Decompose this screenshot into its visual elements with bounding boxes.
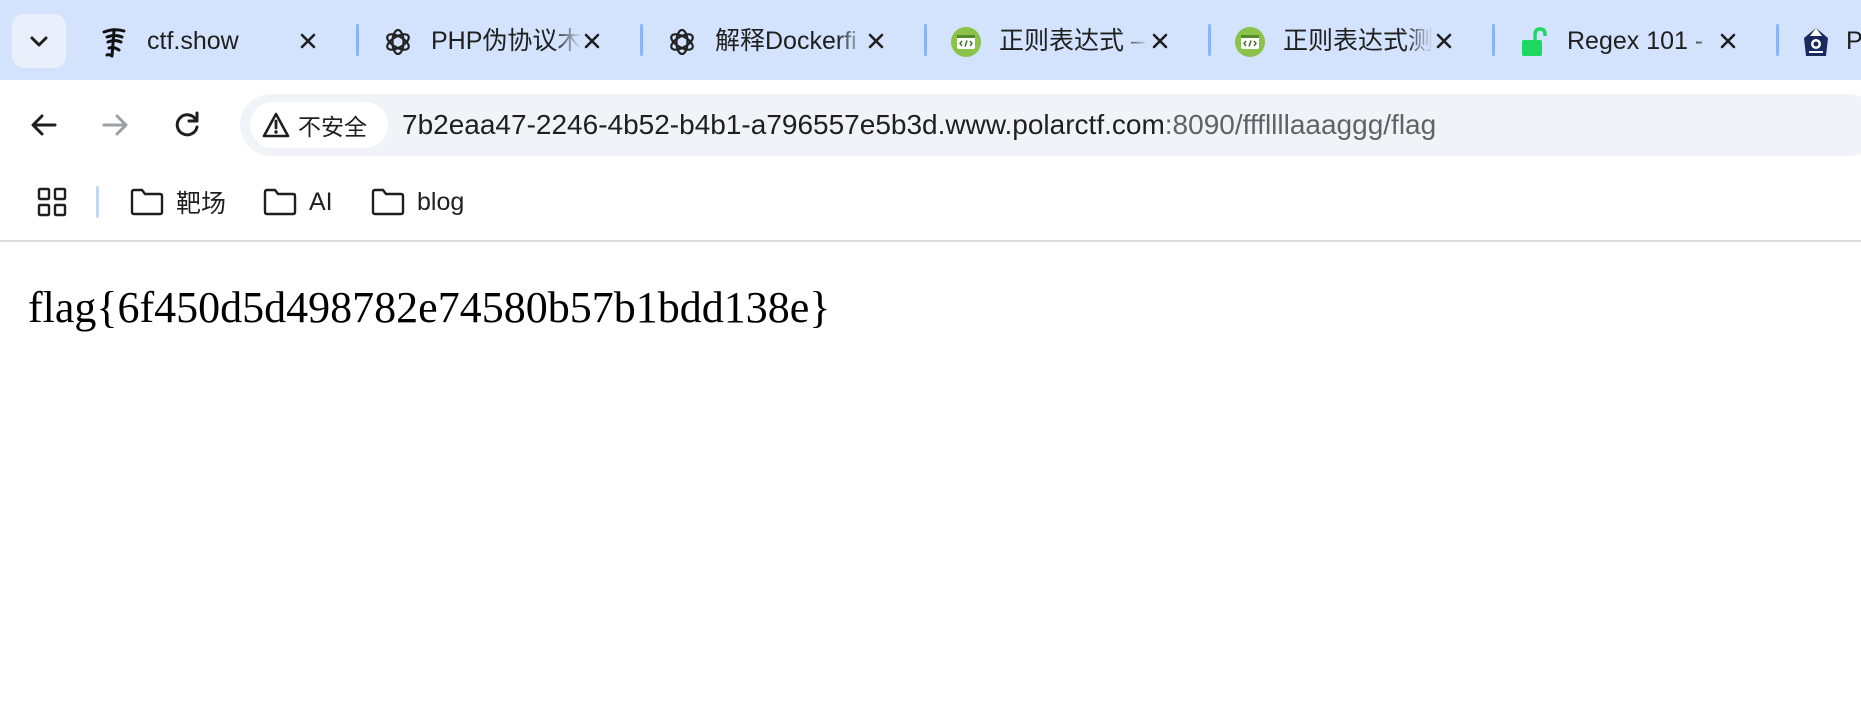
reload-icon	[175, 111, 199, 137]
regex-tool-icon	[1234, 26, 1266, 58]
tab-strip: ctf.show PHP伪协议木 解释Dockerfi 正则表达式 – 正则表达…	[0, 0, 1861, 80]
site-security-chip[interactable]: 不安全	[250, 102, 388, 148]
close-tab-icon[interactable]	[294, 27, 322, 55]
chatgpt-icon	[666, 26, 698, 58]
back-arrow-icon	[31, 114, 57, 136]
chatgpt-icon	[382, 26, 414, 58]
url-text[interactable]: 7b2eaa47-2246-4b52-b4b1-a796557e5b3d.www…	[402, 107, 1436, 143]
flag-text: flag{6f450d5d498782e74580b57b1bdd138e}	[28, 283, 831, 332]
close-tab-icon[interactable]	[578, 27, 606, 55]
tab-regex-1[interactable]: 正则表达式 –	[922, 12, 1188, 70]
tab-search-button[interactable]	[12, 14, 66, 68]
warning-triangle-icon	[262, 111, 290, 139]
tab-php-wrapper[interactable]: PHP伪协议木	[354, 12, 620, 70]
url-host: 7b2eaa47-2246-4b52-b4b1-a796557e5b3d.www…	[402, 109, 1165, 140]
tab-title: Regex 101 -	[1567, 27, 1704, 55]
url-path: :8090/fffllllaaaggg/flag	[1164, 109, 1437, 140]
apps-grid-icon	[37, 187, 67, 217]
close-tab-icon[interactable]	[1714, 27, 1742, 55]
bookmark-folder-range[interactable]: 靶场	[130, 182, 226, 222]
bookmarks-bar: 靶场 AI blog	[0, 170, 1861, 242]
bookmark-label: blog	[417, 187, 465, 216]
tab-regex-2[interactable]: 正则表达式测	[1206, 12, 1472, 70]
tab-ctfshow[interactable]: ctf.show	[70, 12, 336, 70]
tab-dockerfile[interactable]: 解释Dockerfi	[638, 12, 904, 70]
tab-title: ctf.show	[147, 27, 239, 55]
tab-regex101[interactable]: Regex 101 -	[1490, 12, 1756, 70]
tab-title: PHP伪协议木	[431, 27, 581, 55]
bookmark-label: AI	[309, 187, 333, 216]
folder-icon	[371, 187, 405, 217]
polarctf-icon	[1800, 26, 1832, 58]
bookmark-folder-blog[interactable]: blog	[371, 182, 464, 222]
forward-button[interactable]	[92, 102, 138, 148]
close-tab-icon[interactable]	[862, 27, 890, 55]
address-bar[interactable]: 不安全 7b2eaa47-2246-4b52-b4b1-a796557e5b3d…	[240, 94, 1861, 156]
folder-icon	[130, 187, 164, 217]
tab-title: 解释Dockerfi	[715, 27, 857, 55]
bookmarks-separator	[96, 186, 99, 218]
tab-title: P	[1846, 27, 1861, 55]
bookmark-folder-ai[interactable]: AI	[263, 182, 333, 222]
close-tab-icon[interactable]	[1430, 27, 1458, 55]
unlocked-padlock-icon	[1518, 26, 1550, 58]
tab-title: 正则表达式测	[1283, 27, 1433, 55]
page-content: flag{6f450d5d498782e74580b57b1bdd138e}	[0, 242, 1861, 725]
reload-button[interactable]	[164, 102, 210, 148]
back-button[interactable]	[21, 102, 67, 148]
folder-icon	[263, 187, 297, 217]
regex-tool-icon	[950, 26, 982, 58]
close-tab-icon[interactable]	[1146, 27, 1174, 55]
forward-arrow-icon	[102, 114, 128, 136]
browser-toolbar: 不安全 7b2eaa47-2246-4b52-b4b1-a796557e5b3d…	[0, 80, 1861, 170]
apps-button[interactable]	[34, 184, 70, 220]
ctfshow-icon	[98, 26, 130, 58]
chevron-down-icon	[30, 36, 48, 47]
not-secure-label: 不安全	[298, 114, 367, 140]
tab-polarctf[interactable]: P	[1774, 12, 1861, 70]
bookmark-label: 靶场	[176, 190, 227, 218]
tab-title: 正则表达式 –	[999, 27, 1145, 55]
